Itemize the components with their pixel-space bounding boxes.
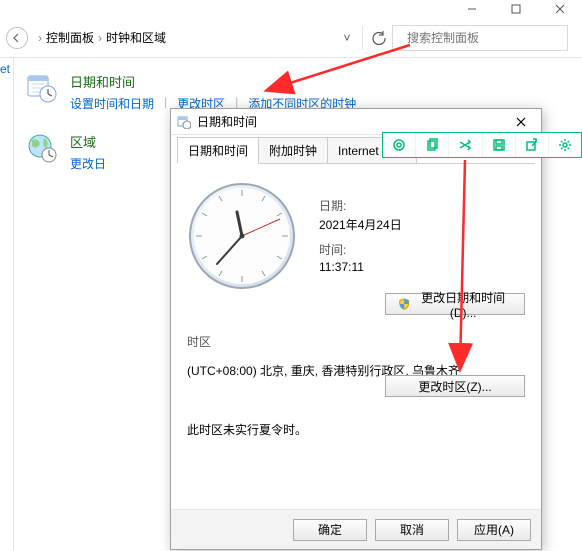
- copy-icon: [425, 138, 439, 152]
- dst-note: 此时区未实行夏令时。: [187, 421, 525, 438]
- button-label: 应用(A): [474, 521, 514, 538]
- gear-icon: [558, 138, 572, 152]
- screenshot-toolbar: [382, 132, 582, 158]
- snip-shuffle-button[interactable]: [449, 133, 482, 157]
- sidebar: et: [0, 58, 14, 551]
- tab-label: 附加时钟: [269, 144, 317, 158]
- category-title[interactable]: 日期和时间: [70, 72, 356, 91]
- tab-additional-clocks[interactable]: 附加时钟: [258, 137, 328, 163]
- divider: |: [164, 95, 167, 112]
- save-icon: [492, 138, 506, 152]
- link-set-datetime[interactable]: 设置时间和日期: [70, 95, 154, 112]
- breadcrumb-dropdown[interactable]: ˅: [338, 31, 356, 45]
- link-change-region[interactable]: 更改日: [70, 155, 106, 172]
- tab-datetime[interactable]: 日期和时间: [177, 137, 259, 164]
- shuffle-icon: [458, 138, 472, 152]
- button-label: 取消: [400, 521, 424, 538]
- time-label: 时间:: [319, 241, 525, 258]
- time-value: 11:37:11: [319, 260, 525, 274]
- date-label: 日期:: [319, 197, 525, 214]
- analog-clock: [187, 181, 297, 291]
- ocr-icon: [392, 138, 406, 152]
- snip-ocr-button[interactable]: [383, 133, 416, 157]
- dialog-footer: 确定 取消 应用(A): [171, 509, 541, 549]
- change-timezone-button[interactable]: 更改时区(Z)...: [385, 375, 525, 397]
- date-time-dialog: 日期和时间 日期和时间 附加时钟 Internet 时间: [170, 108, 542, 550]
- search-input[interactable]: [405, 30, 564, 46]
- window-maximize-button[interactable]: [494, 0, 538, 18]
- shield-icon: [398, 297, 410, 311]
- refresh-button[interactable]: [362, 26, 386, 50]
- category-title[interactable]: 区域: [70, 132, 106, 151]
- breadcrumb-item[interactable]: 控制面板: [46, 29, 94, 46]
- timezone-section-label: 时区: [187, 333, 525, 350]
- nav-back-button[interactable]: [6, 27, 28, 49]
- chevron-right-icon: ›: [38, 31, 42, 45]
- search-box[interactable]: [392, 25, 568, 51]
- snip-share-button[interactable]: [516, 133, 549, 157]
- globe-clock-icon: [26, 132, 58, 164]
- calendar-clock-icon: [26, 72, 58, 104]
- category-date-time: 日期和时间 设置时间和日期 | 更改时区 | 添加不同时区的时钟: [26, 72, 570, 112]
- button-label: 更改时区(Z)...: [418, 378, 491, 395]
- dialog-content: 日期: 2021年4月24日 时间: 11:37:11 更改日期和时间(D)..…: [171, 163, 541, 509]
- snip-settings-button[interactable]: [549, 133, 581, 157]
- apply-button[interactable]: 应用(A): [457, 519, 531, 541]
- chevron-right-icon: ›: [98, 31, 102, 45]
- breadcrumb[interactable]: › 控制面板 › 时钟和区域: [34, 29, 332, 46]
- change-datetime-button[interactable]: 更改日期和时间(D)...: [385, 293, 525, 315]
- dialog-icon: [177, 115, 191, 129]
- button-label: 更改日期和时间(D)...: [414, 289, 512, 320]
- date-value: 2021年4月24日: [319, 216, 525, 233]
- nav-bar: › 控制面板 › 时钟和区域 ˅: [0, 18, 582, 58]
- breadcrumb-item[interactable]: 时钟和区域: [106, 29, 166, 46]
- dialog-close-button[interactable]: [507, 112, 535, 132]
- snip-save-button[interactable]: [483, 133, 516, 157]
- snip-copy-button[interactable]: [416, 133, 449, 157]
- tab-label: 日期和时间: [188, 144, 248, 158]
- cancel-button[interactable]: 取消: [375, 519, 449, 541]
- sidebar-home-link[interactable]: et: [0, 62, 10, 76]
- ok-button[interactable]: 确定: [293, 519, 367, 541]
- window-minimize-button[interactable]: [450, 0, 494, 18]
- button-label: 确定: [318, 521, 342, 538]
- window-close-button[interactable]: [538, 0, 582, 18]
- share-icon: [525, 138, 539, 152]
- dialog-title: 日期和时间: [197, 113, 501, 130]
